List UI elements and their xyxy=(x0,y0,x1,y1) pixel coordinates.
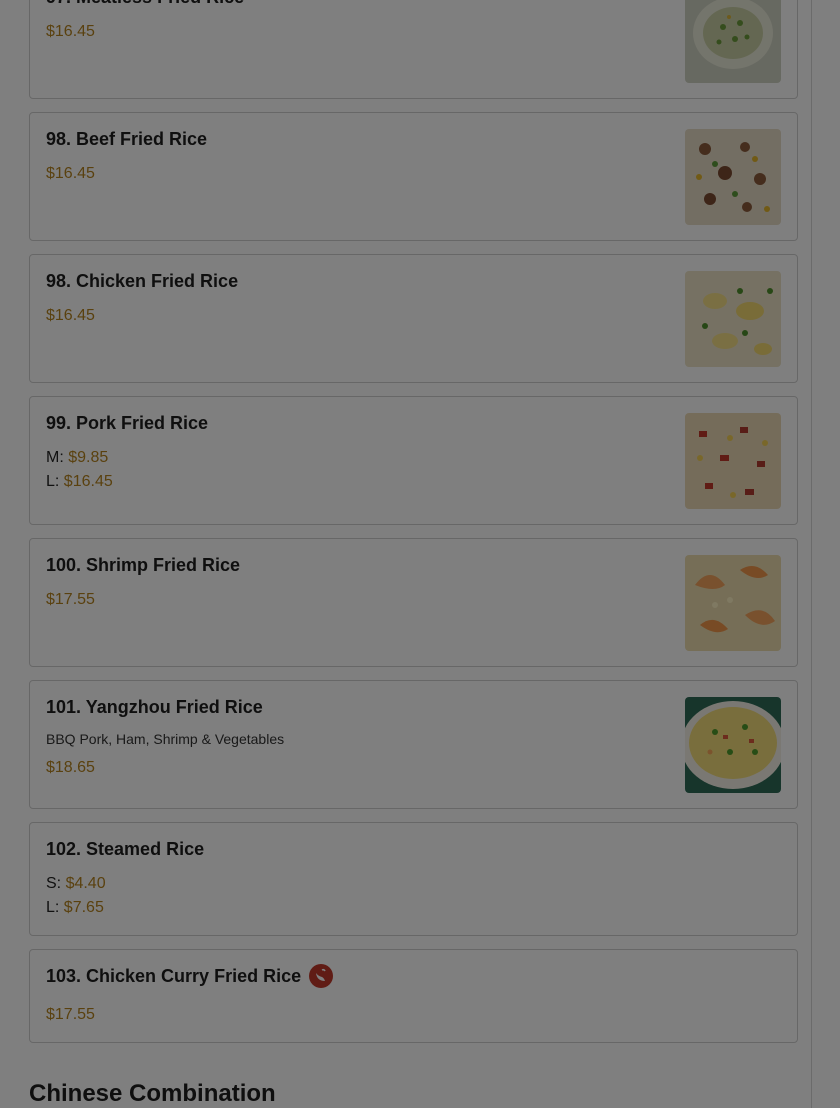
modal-backdrop-overlay[interactable] xyxy=(0,0,840,1108)
